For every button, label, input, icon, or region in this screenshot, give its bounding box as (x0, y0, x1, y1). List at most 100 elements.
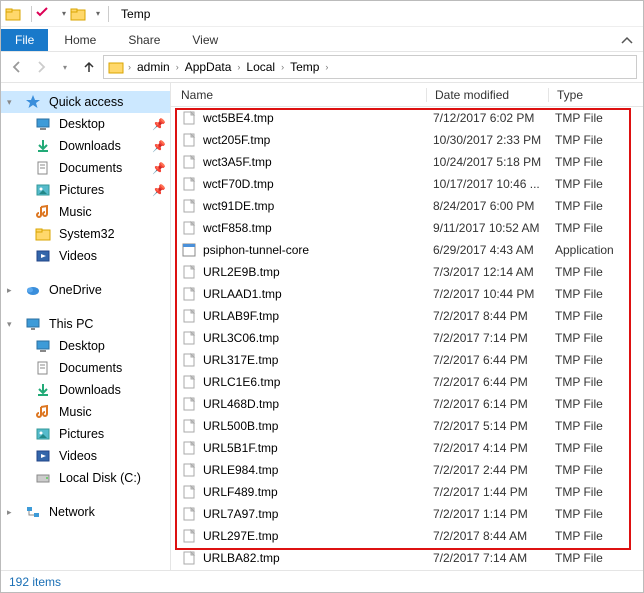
sidebar-label: Videos (59, 449, 166, 463)
sidebar-quick-access[interactable]: ▾ Quick access (1, 91, 170, 113)
file-row[interactable]: URLE984.tmp 7/2/2017 2:44 PM TMP File (171, 459, 643, 481)
expand-ribbon-icon[interactable] (611, 31, 643, 51)
file-row[interactable]: URLAAD1.tmp 7/2/2017 10:44 PM TMP File (171, 283, 643, 305)
sidebar-item-downloads[interactable]: Downloads 📌 (1, 135, 170, 157)
sidebar-onedrive[interactable]: ▸ OneDrive (1, 279, 170, 301)
column-date[interactable]: Date modified (427, 88, 549, 102)
breadcrumb[interactable]: › admin › AppData › Local › Temp › (103, 55, 637, 79)
file-type: TMP File (555, 375, 643, 389)
thispc-icon (25, 316, 41, 332)
sidebar-item-music[interactable]: Music (1, 401, 170, 423)
file-row[interactable]: URLF489.tmp 7/2/2017 1:44 PM TMP File (171, 481, 643, 503)
back-button[interactable] (7, 57, 27, 77)
sidebar-item-videos[interactable]: Videos (1, 445, 170, 467)
file-row[interactable]: wct5BE4.tmp 7/12/2017 6:02 PM TMP File (171, 107, 643, 129)
sidebar-label: Downloads (59, 139, 144, 153)
file-row[interactable]: wctF70D.tmp 10/17/2017 10:46 ... TMP Fil… (171, 173, 643, 195)
sidebar-label: Music (59, 405, 166, 419)
sidebar-item-documents[interactable]: Documents 📌 (1, 157, 170, 179)
file-row[interactable]: wctF858.tmp 9/11/2017 10:52 AM TMP File (171, 217, 643, 239)
file-row[interactable]: URL5B1F.tmp 7/2/2017 4:14 PM TMP File (171, 437, 643, 459)
file-row[interactable]: URL2E9B.tmp 7/3/2017 12:14 AM TMP File (171, 261, 643, 283)
file-list[interactable]: wct5BE4.tmp 7/12/2017 6:02 PM TMP File w… (171, 107, 643, 570)
file-row[interactable]: URLAB9F.tmp 7/2/2017 8:44 PM TMP File (171, 305, 643, 327)
expand-icon[interactable]: ▸ (7, 285, 17, 296)
file-row[interactable]: wct91DE.tmp 8/24/2017 6:00 PM TMP File (171, 195, 643, 217)
file-date: 7/2/2017 7:14 AM (433, 551, 555, 565)
sidebar-label: Documents (59, 161, 144, 175)
tab-home[interactable]: Home (48, 29, 112, 51)
file-name: wct5BE4.tmp (203, 111, 433, 125)
sidebar-item-local-disk--c--[interactable]: Local Disk (C:) (1, 467, 170, 489)
forward-button[interactable] (31, 57, 51, 77)
folder-icon (5, 6, 21, 22)
file-icon (181, 550, 197, 566)
crumb-temp[interactable]: Temp (288, 60, 321, 74)
sidebar-this-pc[interactable]: ▾ This PC (1, 313, 170, 335)
file-date: 6/29/2017 4:43 AM (433, 243, 555, 257)
chevron-right-icon[interactable]: › (174, 62, 181, 72)
file-row[interactable]: URL297E.tmp 7/2/2017 8:44 AM TMP File (171, 525, 643, 547)
tab-share[interactable]: Share (112, 29, 176, 51)
file-pane: Name Date modified Type wct5BE4.tmp 7/12… (171, 83, 643, 570)
file-row[interactable]: URL317E.tmp 7/2/2017 6:44 PM TMP File (171, 349, 643, 371)
expand-icon[interactable]: ▾ (7, 97, 17, 108)
file-name: wct3A5F.tmp (203, 155, 433, 169)
sidebar-item-desktop[interactable]: Desktop 📌 (1, 113, 170, 135)
check-icon[interactable] (36, 6, 52, 22)
crumb-local[interactable]: Local (244, 60, 277, 74)
expand-icon[interactable]: ▸ (7, 507, 17, 518)
sidebar-label: System32 (59, 227, 166, 241)
file-row[interactable]: URL7A97.tmp 7/2/2017 1:14 PM TMP File (171, 503, 643, 525)
pin-icon: 📌 (152, 140, 166, 153)
file-icon (181, 198, 197, 214)
expand-icon[interactable]: ▾ (7, 319, 17, 330)
recent-dropdown-icon[interactable]: ▾ (55, 57, 75, 77)
column-name[interactable]: Name (171, 88, 427, 102)
chevron-right-icon[interactable]: › (279, 62, 286, 72)
sidebar-label: Pictures (59, 427, 166, 441)
file-icon (181, 264, 197, 280)
chevron-right-icon[interactable]: › (323, 62, 330, 72)
file-row[interactable]: wct205F.tmp 10/30/2017 2:33 PM TMP File (171, 129, 643, 151)
sidebar-item-pictures[interactable]: Pictures 📌 (1, 179, 170, 201)
file-type: TMP File (555, 133, 643, 147)
qat-dropdown-icon[interactable]: ▾ (62, 9, 66, 18)
sidebar-item-pictures[interactable]: Pictures (1, 423, 170, 445)
file-row[interactable]: URL500B.tmp 7/2/2017 5:14 PM TMP File (171, 415, 643, 437)
folder-icon (70, 6, 86, 22)
sidebar-item-videos[interactable]: Videos (1, 245, 170, 267)
sidebar-network[interactable]: ▸ Network (1, 501, 170, 523)
tab-view[interactable]: View (176, 29, 234, 51)
file-name: wctF70D.tmp (203, 177, 433, 191)
sidebar-label: Music (59, 205, 166, 219)
sidebar-item-downloads[interactable]: Downloads (1, 379, 170, 401)
file-row[interactable]: psiphon-tunnel-core 6/29/2017 4:43 AM Ap… (171, 239, 643, 261)
separator (31, 6, 32, 22)
crumb-appdata[interactable]: AppData (183, 60, 234, 74)
chevron-right-icon[interactable]: › (126, 62, 133, 72)
sidebar-item-music[interactable]: Music (1, 201, 170, 223)
sidebar-item-desktop[interactable]: Desktop (1, 335, 170, 357)
sidebar-item-documents[interactable]: Documents (1, 357, 170, 379)
qat-dropdown-icon[interactable]: ▾ (96, 9, 100, 18)
crumb-admin[interactable]: admin (135, 60, 172, 74)
file-row[interactable]: URL3C06.tmp 7/2/2017 7:14 PM TMP File (171, 327, 643, 349)
up-button[interactable] (79, 57, 99, 77)
chevron-right-icon[interactable]: › (235, 62, 242, 72)
file-name: wct205F.tmp (203, 133, 433, 147)
file-tab[interactable]: File (1, 29, 48, 51)
file-date: 7/2/2017 8:44 AM (433, 529, 555, 543)
pin-icon: 📌 (152, 162, 166, 175)
column-type[interactable]: Type (549, 88, 643, 102)
file-row[interactable]: wct3A5F.tmp 10/24/2017 5:18 PM TMP File (171, 151, 643, 173)
sidebar-item-system32[interactable]: System32 (1, 223, 170, 245)
column-headers[interactable]: Name Date modified Type (171, 83, 643, 107)
file-row[interactable]: URLC1E6.tmp 7/2/2017 6:44 PM TMP File (171, 371, 643, 393)
documents-icon (35, 360, 51, 376)
file-type: TMP File (555, 353, 643, 367)
file-type: TMP File (555, 199, 643, 213)
onedrive-icon (25, 282, 41, 298)
file-row[interactable]: URL468D.tmp 7/2/2017 6:14 PM TMP File (171, 393, 643, 415)
file-row[interactable]: URLBA82.tmp 7/2/2017 7:14 AM TMP File (171, 547, 643, 569)
